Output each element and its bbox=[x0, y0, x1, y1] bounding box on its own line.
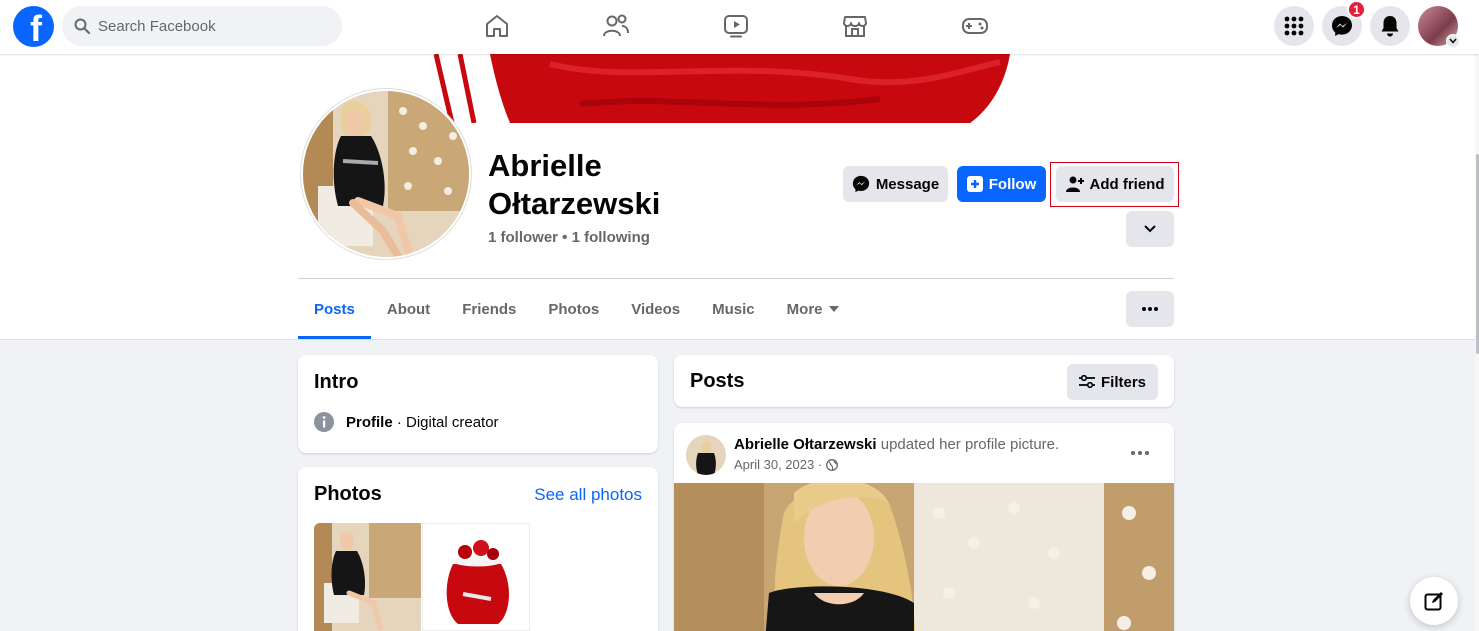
profile-picture[interactable] bbox=[301, 89, 471, 259]
intro-profile-desc: · Digital creator bbox=[392, 413, 499, 431]
photo-thumbnail-2[interactable] bbox=[422, 523, 530, 631]
message-button-label: Message bbox=[875, 175, 940, 193]
photo-thumbnail-1[interactable] bbox=[314, 523, 421, 631]
intro-profile-row: Profile · Digital creator bbox=[314, 412, 499, 432]
filters-label: Filters bbox=[1100, 373, 1146, 391]
post-card: Abrielle Ołtarzewski updated her profile… bbox=[674, 423, 1174, 631]
facebook-logo[interactable]: f bbox=[13, 6, 54, 47]
search-input[interactable] bbox=[98, 17, 318, 35]
watch-icon bbox=[724, 15, 748, 38]
account-avatar[interactable] bbox=[1418, 6, 1460, 48]
filters-icon bbox=[1078, 375, 1095, 389]
post-image[interactable] bbox=[674, 483, 1174, 631]
post-author-avatar[interactable] bbox=[686, 435, 726, 475]
search-bar[interactable] bbox=[62, 6, 342, 46]
chevron-down-icon bbox=[1446, 34, 1460, 48]
filters-button[interactable]: Filters bbox=[1066, 364, 1158, 400]
facebook-logo-letter: f bbox=[30, 8, 42, 47]
home-icon bbox=[486, 15, 508, 37]
profile-name: Abrielle Ołtarzewski bbox=[488, 147, 788, 223]
menu-button[interactable] bbox=[1274, 6, 1314, 46]
photos-card: Photos See all photos bbox=[298, 467, 658, 631]
compose-icon bbox=[1424, 592, 1443, 611]
post-meta: April 30, 2023 · bbox=[734, 457, 839, 472]
ellipsis-icon bbox=[1131, 451, 1149, 455]
tab-photos[interactable]: Photos bbox=[532, 280, 615, 338]
top-navigation-bar: f 1 bbox=[0, 0, 1479, 54]
friends-icon bbox=[603, 14, 629, 37]
profile-tabs: Posts About Friends Photos Videos Music … bbox=[298, 280, 855, 340]
new-message-button[interactable] bbox=[1410, 577, 1458, 625]
tab-videos[interactable]: Videos bbox=[615, 280, 696, 338]
tab-more[interactable]: More bbox=[771, 280, 855, 338]
posts-header-card: Posts Filters bbox=[674, 355, 1174, 407]
more-options-dropdown[interactable] bbox=[1126, 211, 1174, 247]
messenger-icon bbox=[1332, 16, 1352, 36]
post-author-name[interactable]: Abrielle Ołtarzewski bbox=[734, 436, 877, 453]
header-divider bbox=[298, 278, 1174, 279]
tab-music[interactable]: Music bbox=[696, 280, 771, 338]
profile-name-line2: Ołtarzewski bbox=[488, 186, 661, 221]
photos-title: Photos bbox=[314, 483, 382, 505]
intro-card: Intro Profile · Digital creator bbox=[298, 355, 658, 453]
intro-profile-label: Profile bbox=[346, 413, 393, 431]
posts-title: Posts bbox=[690, 370, 745, 392]
tab-more-label: More bbox=[786, 300, 823, 318]
message-button[interactable]: Message bbox=[843, 166, 948, 202]
messenger-badge: 1 bbox=[1347, 0, 1366, 19]
profile-name-line1: Abrielle bbox=[488, 148, 602, 183]
caret-down-icon bbox=[828, 306, 839, 312]
bell-icon bbox=[1381, 16, 1399, 37]
messenger-button[interactable]: 1 bbox=[1322, 0, 1366, 46]
page-scrollbar[interactable] bbox=[1475, 54, 1479, 631]
tab-posts[interactable]: Posts bbox=[298, 280, 371, 339]
see-all-photos-link[interactable]: See all photos bbox=[534, 485, 642, 505]
messenger-icon bbox=[852, 175, 869, 193]
profile-header: Abrielle Ołtarzewski 1 follower • 1 foll… bbox=[0, 54, 1479, 340]
grid-menu-icon bbox=[1284, 16, 1304, 36]
tab-friends[interactable]: Friends bbox=[446, 280, 532, 338]
nav-watch[interactable] bbox=[714, 5, 758, 47]
follow-icon bbox=[966, 176, 983, 192]
info-icon bbox=[314, 412, 334, 432]
follow-button-label: Follow bbox=[988, 175, 1037, 193]
post-options-button[interactable] bbox=[1122, 443, 1158, 463]
cover-photo[interactable] bbox=[430, 54, 1010, 123]
post-date[interactable]: April 30, 2023 · bbox=[734, 457, 822, 472]
gaming-icon bbox=[962, 18, 988, 34]
post-action-text: updated her profile picture. bbox=[876, 436, 1060, 453]
globe-icon bbox=[826, 458, 839, 471]
nav-gaming[interactable] bbox=[953, 5, 997, 47]
ellipsis-icon bbox=[1142, 307, 1158, 311]
tab-about[interactable]: About bbox=[371, 280, 446, 338]
nav-friends[interactable] bbox=[594, 5, 638, 47]
notifications-button[interactable] bbox=[1370, 6, 1410, 46]
highlight-box bbox=[1050, 162, 1179, 207]
post-header-text: Abrielle Ołtarzewski updated her profile… bbox=[734, 436, 1059, 453]
marketplace-icon bbox=[843, 16, 867, 37]
nav-home[interactable] bbox=[475, 5, 519, 47]
search-icon bbox=[74, 18, 90, 34]
profile-more-button[interactable] bbox=[1126, 291, 1174, 327]
intro-title: Intro bbox=[314, 371, 359, 393]
follow-button[interactable]: Follow bbox=[957, 166, 1046, 202]
chevron-down-icon bbox=[1144, 225, 1156, 233]
nav-marketplace[interactable] bbox=[833, 5, 877, 47]
followers-count[interactable]: 1 follower • 1 following bbox=[488, 229, 650, 246]
